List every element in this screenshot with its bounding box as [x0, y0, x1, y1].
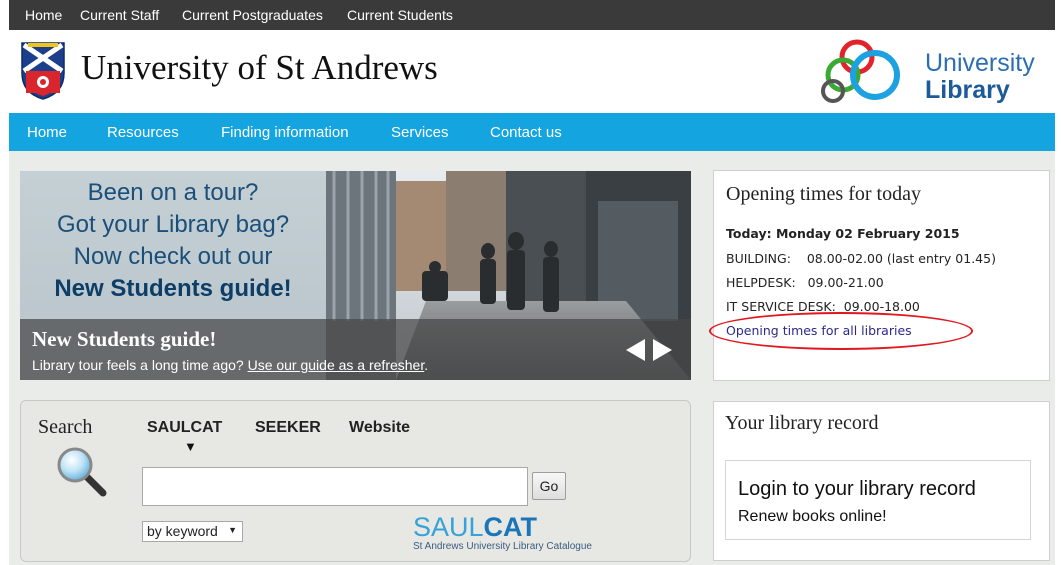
nav-resources[interactable]: Resources: [107, 124, 179, 141]
library-record-panel: Your library record Login to your librar…: [713, 401, 1050, 561]
main-nav: Home Resources Finding information Servi…: [9, 113, 1055, 151]
opening-it-service-hours: IT SERVICE DESK: 09.00-18.00: [726, 299, 920, 314]
banner-caption-question: Library tour feels a long time ago?: [32, 357, 244, 373]
opening-helpdesk-hours: HELPDESK: 09.00-21.00: [726, 275, 884, 290]
topbar-link-current-staff[interactable]: Current Staff: [80, 7, 159, 23]
login-library-record-link[interactable]: Login to your library record: [738, 478, 976, 501]
saulcat-logo-bold: CAT: [483, 512, 538, 542]
library-logo-text[interactable]: University Library: [925, 50, 1035, 104]
search-input[interactable]: [142, 467, 528, 506]
main-content: Been on a tour? Got your Library bag? No…: [9, 151, 1055, 565]
topbar-link-current-postgraduates[interactable]: Current Postgraduates: [182, 7, 323, 23]
university-crest-icon[interactable]: [20, 41, 66, 101]
chevron-down-icon: ▼: [228, 525, 237, 535]
library-rings-logo-icon[interactable]: [817, 35, 913, 107]
banner-guide-link[interactable]: Use our guide as a refresher: [248, 357, 425, 373]
university-name[interactable]: University of St Andrews: [81, 48, 438, 88]
top-utility-bar: Home Current Staff Current Postgraduates…: [9, 0, 1055, 30]
magnifier-icon: [57, 447, 107, 497]
tab-saulcat[interactable]: SAULCAT: [147, 419, 222, 437]
saulcat-logo-word: SAULCAT: [413, 512, 613, 542]
topbar-link-current-students[interactable]: Current Students: [347, 7, 453, 23]
banner-caption: New Students guide! Library tour feels a…: [20, 319, 691, 380]
opening-times-all-libraries-link[interactable]: Opening times for all libraries: [726, 323, 912, 338]
search-type-value: by keyword: [147, 523, 218, 539]
promo-banner[interactable]: Been on a tour? Got your Library bag? No…: [20, 171, 691, 380]
banner-promo-text: Been on a tour? Got your Library bag? No…: [20, 177, 326, 305]
library-record-title: Your library record: [725, 412, 879, 434]
renew-books-text[interactable]: Renew books online!: [738, 508, 887, 526]
saulcat-subtitle: St Andrews University Library Catalogue: [413, 541, 592, 552]
nav-contact-us[interactable]: Contact us: [490, 124, 562, 141]
site-header: University of St Andrews University Libr…: [9, 30, 1055, 113]
saulcat-logo-light: SAUL: [413, 512, 484, 542]
search-type-select[interactable]: by keyword ▼: [142, 521, 243, 542]
topbar-link-home[interactable]: Home: [25, 7, 62, 23]
go-button[interactable]: Go: [532, 472, 566, 500]
library-logo-line2: Library: [925, 76, 1010, 104]
arrow-left-icon[interactable]: [626, 339, 645, 361]
arrow-right-icon[interactable]: [653, 339, 672, 361]
library-record-box[interactable]: Login to your library record Renew books…: [725, 460, 1031, 540]
library-logo-line1: University: [925, 49, 1035, 77]
opening-times-panel: Opening times for today Today: Monday 02…: [709, 170, 1050, 381]
opening-date: Today: Monday 02 February 2015: [726, 226, 960, 241]
nav-finding-information[interactable]: Finding information: [221, 124, 349, 141]
active-tab-indicator: ▼: [184, 439, 197, 454]
saulcat-logo[interactable]: SAULCAT St Andrews University Library Ca…: [413, 512, 613, 552]
banner-caption-period: .: [424, 357, 429, 373]
promo-line: Been on a tour?: [87, 179, 259, 206]
nav-services[interactable]: Services: [391, 124, 449, 141]
tab-website[interactable]: Website: [349, 419, 410, 437]
nav-home[interactable]: Home: [27, 124, 67, 141]
search-panel: Search SAULCAT ▼ SEEKER Website Go by ke…: [20, 400, 691, 562]
opening-building-hours: BUILDING: 08.00-02.00 (last entry 01.45): [726, 251, 996, 266]
promo-line: Got your Library bag?: [56, 211, 290, 238]
banner-caption-text: Library tour feels a long time ago? Use …: [32, 357, 428, 373]
tab-seeker[interactable]: SEEKER: [255, 419, 321, 437]
search-title: Search: [38, 416, 93, 438]
opening-times-title: Opening times for today: [726, 183, 921, 205]
banner-caption-title[interactable]: New Students guide!: [32, 327, 216, 352]
promo-line: Now check out our: [73, 243, 273, 270]
promo-line-strong: New Students guide!: [54, 275, 292, 302]
